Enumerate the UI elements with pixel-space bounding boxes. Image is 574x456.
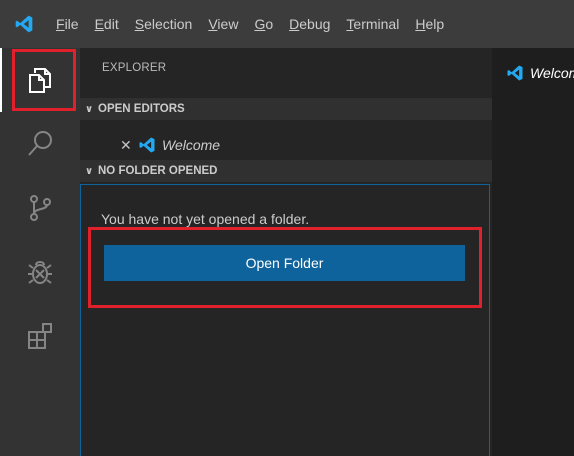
- open-editor-name: Welcome: [162, 137, 221, 153]
- extensions-icon[interactable]: [0, 304, 80, 368]
- search-icon[interactable]: [0, 112, 80, 176]
- menu-file[interactable]: File: [48, 0, 87, 48]
- menu-help[interactable]: Help: [407, 0, 452, 48]
- tab-label: Welcome: [530, 65, 574, 81]
- no-folder-message: You have not yet opened a folder.: [101, 211, 310, 227]
- open-editors-label: OPEN EDITORS: [98, 103, 185, 115]
- vscode-logo-icon: [0, 0, 48, 48]
- menu-items: File Edit Selection View Go Debug Terminal Help: [48, 0, 452, 48]
- close-icon[interactable]: ✕: [120, 137, 134, 154]
- menu-terminal[interactable]: Terminal: [338, 0, 407, 48]
- debug-icon[interactable]: [0, 240, 80, 304]
- no-folder-label: NO FOLDER OPENED: [98, 165, 218, 177]
- chevron-down-icon: ∨: [84, 103, 94, 115]
- open-folder-button[interactable]: Open Folder: [104, 245, 465, 281]
- menu-view[interactable]: View: [200, 0, 246, 48]
- no-folder-pane: You have not yet opened a folder. Open F…: [80, 184, 490, 456]
- editor-area: Welcome: [492, 48, 574, 456]
- menu-debug[interactable]: Debug: [281, 0, 338, 48]
- open-editors-header[interactable]: ∨ OPEN EDITORS: [80, 98, 492, 120]
- activity-bar: [0, 48, 80, 456]
- chevron-down-icon: ∨: [84, 165, 94, 177]
- menu-bar: File Edit Selection View Go Debug Terminal Help: [0, 0, 574, 48]
- vscode-file-icon: [506, 64, 524, 82]
- source-control-icon[interactable]: [0, 176, 80, 240]
- explorer-icon[interactable]: [0, 48, 80, 112]
- explorer-sidebar: EXPLORER ∨ OPEN EDITORS ✕ Welcome ∨ NO F…: [80, 48, 492, 456]
- no-folder-header[interactable]: ∨ NO FOLDER OPENED: [80, 160, 492, 182]
- tab-strip: Welcome: [492, 48, 574, 98]
- tab-welcome[interactable]: Welcome: [492, 48, 574, 98]
- menu-go[interactable]: Go: [246, 0, 281, 48]
- open-editor-item[interactable]: ✕ Welcome: [80, 132, 492, 158]
- sidebar-title: EXPLORER: [102, 62, 167, 74]
- vscode-file-icon: [138, 136, 156, 154]
- menu-selection[interactable]: Selection: [127, 0, 201, 48]
- menu-edit[interactable]: Edit: [87, 0, 127, 48]
